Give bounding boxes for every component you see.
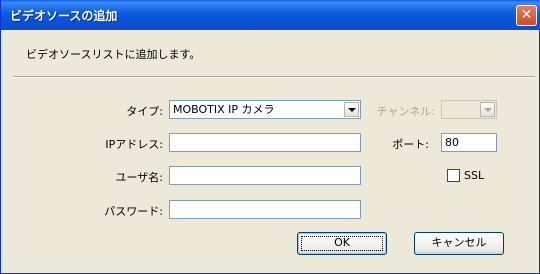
type-selected-value: MOBOTIX IP カメラ: [173, 103, 275, 116]
password-input[interactable]: [169, 200, 361, 219]
port-input[interactable]: [441, 133, 497, 152]
channel-dropdown[interactable]: [441, 100, 497, 119]
add-video-source-dialog: ビデオソースの追加 ✕ ビデオソースリストに追加します。 タイプ: MOBOTI…: [0, 0, 540, 274]
title-bar[interactable]: ビデオソースの追加 ✕: [1, 0, 540, 30]
cancel-button[interactable]: キャンセル: [414, 232, 504, 255]
close-button[interactable]: ✕: [516, 5, 537, 26]
ip-address-input[interactable]: [169, 133, 361, 152]
channel-dropdown-button[interactable]: [480, 102, 495, 117]
port-label: ポート:: [392, 138, 429, 151]
type-label: タイプ:: [126, 105, 163, 118]
channel-label: チャンネル:: [376, 105, 435, 118]
close-icon: ✕: [520, 7, 533, 23]
chevron-down-icon: [484, 108, 492, 112]
username-input[interactable]: [169, 166, 361, 185]
ssl-checkbox[interactable]: [447, 169, 460, 182]
username-label: ユーザ名:: [115, 171, 164, 184]
focus-ring: [301, 236, 383, 251]
window-title: ビデオソースの追加: [10, 9, 118, 23]
ip-address-label: IPアドレス:: [105, 138, 163, 151]
ssl-label: SSL: [464, 169, 485, 182]
type-dropdown[interactable]: MOBOTIX IP カメラ: [169, 100, 361, 119]
cancel-button-label: キャンセル: [431, 236, 487, 249]
password-label: パスワード:: [104, 205, 163, 218]
chevron-down-icon: [348, 108, 356, 112]
intro-text: ビデオソースリストに追加します。: [26, 48, 201, 61]
ok-button[interactable]: OK: [297, 232, 387, 255]
type-dropdown-button[interactable]: [344, 102, 359, 117]
separator: [13, 76, 535, 78]
